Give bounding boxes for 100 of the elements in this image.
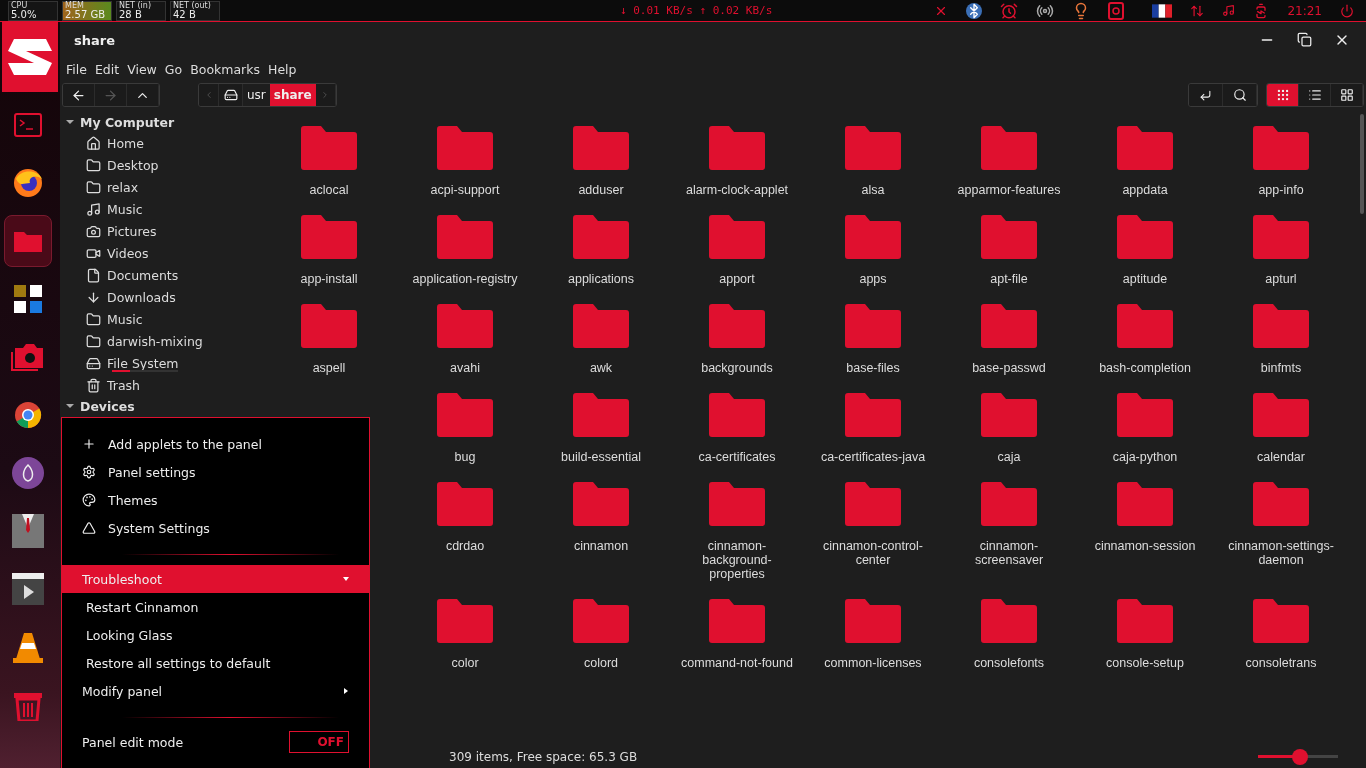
terminal-icon — [14, 113, 42, 137]
folder-icon — [86, 157, 101, 173]
download-icon — [86, 289, 101, 305]
drive-icon[interactable] — [1108, 1, 1125, 20]
status-text: 309 items, Free space: 65.3 GB — [449, 749, 638, 764]
sidebar-item[interactable]: Documents — [66, 264, 255, 286]
compact-view-icon — [1339, 88, 1354, 102]
sidebar-item[interactable]: Pictures — [66, 220, 255, 242]
palette-icon — [82, 493, 96, 507]
path-button[interactable]: share — [269, 84, 316, 106]
folder-icon — [301, 304, 357, 348]
folder-name: cdrdao — [444, 539, 486, 553]
folder-name: ca-certificates-java — [819, 450, 927, 464]
folder-name: cinnamon — [572, 539, 630, 553]
menu-item[interactable]: Bookmarks — [186, 61, 264, 77]
back-button[interactable] — [63, 84, 95, 106]
folder-name: common-licenses — [823, 656, 923, 670]
icon-view-icon — [1275, 88, 1290, 102]
monitor-value: 5.0% — [11, 9, 38, 20]
path-button[interactable]: usr — [243, 84, 270, 106]
folder-name: aclocal — [308, 183, 350, 197]
folder-icon — [1253, 304, 1309, 348]
folder-icon — [709, 393, 765, 437]
window-title: share — [74, 32, 115, 48]
toggle-switch[interactable]: OFF — [289, 731, 349, 753]
folder-icon — [86, 311, 101, 327]
french-flag-icon[interactable] — [1152, 3, 1173, 18]
scrollbar[interactable] — [1360, 114, 1364, 214]
expanded-arrow-icon[interactable] — [66, 402, 74, 410]
submenu-item[interactable]: Troubleshoot — [62, 565, 369, 593]
folder-name: awk — [588, 361, 614, 375]
menu-item[interactable]: Looking Glass — [62, 621, 369, 649]
sidebar-item[interactable]: File System — [66, 352, 255, 374]
folder-icon — [709, 304, 765, 348]
menu-item[interactable]: Help — [264, 61, 301, 77]
view-mode-button[interactable] — [1267, 84, 1299, 106]
network-transfer-icon[interactable] — [1190, 3, 1205, 18]
folder-icon — [573, 126, 629, 170]
folder-icon — [1253, 599, 1309, 643]
folder-icon — [981, 304, 1037, 348]
folder-name: cinnamon-settings-daemon — [1227, 539, 1335, 567]
menu-item[interactable]: Restore all settings to default — [62, 649, 369, 677]
folder-name: acpi-support — [429, 183, 501, 197]
menu-item[interactable]: File — [62, 61, 91, 77]
folder-icon — [437, 482, 493, 526]
expanded-arrow-icon[interactable] — [66, 118, 74, 126]
monitor-label: CPU — [11, 1, 29, 10]
menu-item[interactable]: View — [123, 61, 161, 77]
menu-item[interactable]: Add applets to the panel — [62, 430, 369, 458]
alarm-clock-icon[interactable] — [1000, 1, 1019, 20]
menu-item[interactable]: Panel settings — [62, 458, 369, 486]
folder-name: apt-file — [989, 272, 1029, 286]
folder-name: backgrounds — [700, 361, 774, 375]
chrome-icon — [14, 401, 42, 429]
folder-icon — [573, 304, 629, 348]
folder-name: ca-certificates — [697, 450, 777, 464]
folder-name: app-info — [1257, 183, 1305, 197]
folder-name: bash-completion — [1098, 361, 1192, 375]
folder-icon — [709, 599, 765, 643]
folder-name: aptitude — [1121, 272, 1169, 286]
folder-icon — [845, 393, 901, 437]
folder-name: appdata — [1121, 183, 1169, 197]
music-icon[interactable] — [1222, 4, 1236, 17]
toggle-location-button[interactable] — [1189, 84, 1223, 106]
menu-item[interactable]: Restart Cinnamon — [62, 593, 369, 621]
menu-item[interactable]: Panel edit mode OFF — [62, 728, 369, 756]
sidebar-item[interactable]: Home — [66, 132, 255, 154]
clock[interactable]: 21:21 — [1287, 3, 1322, 18]
monitor-value: 28 B — [119, 9, 142, 20]
restore-icon[interactable] — [1297, 32, 1312, 47]
menu-item[interactable]: System Settings — [62, 514, 369, 542]
caret-down-icon — [343, 576, 349, 582]
drive-icon — [86, 355, 101, 371]
menu-item[interactable]: Themes — [62, 486, 369, 514]
folder-name: apps — [858, 272, 888, 286]
folder-icon — [1117, 482, 1173, 526]
bluetooth-icon[interactable] — [966, 2, 983, 19]
submenu-item[interactable]: Modify panel — [62, 677, 369, 705]
sidebar-item[interactable]: Desktop — [66, 154, 255, 176]
sidebar-item[interactable]: Music — [66, 198, 255, 220]
camera-icon — [86, 223, 101, 239]
folder-name: command-not-found — [681, 656, 793, 670]
monitor-label: NET (out) — [173, 1, 212, 10]
folder-name: build-essential — [560, 450, 642, 464]
sidebar-item[interactable]: Downloads — [66, 286, 255, 308]
folder-icon — [845, 126, 901, 170]
suit-icon — [12, 514, 44, 548]
drive-icon — [223, 88, 238, 102]
sidebar-item[interactable]: Videos — [66, 242, 255, 264]
sidebar-item[interactable]: Trash — [66, 374, 255, 396]
monitor-label: MEM — [65, 1, 85, 10]
folder-name: cinnamon-screensaver — [973, 539, 1045, 567]
folder-icon — [437, 393, 493, 437]
folder-icon — [14, 230, 42, 252]
sidebar-item[interactable]: darwish-mixing — [66, 330, 255, 352]
menu-item[interactable]: Edit — [90, 61, 124, 77]
sidebar-item[interactable]: relax — [66, 176, 255, 198]
power-icon[interactable] — [1340, 3, 1354, 18]
sidebar-item[interactable]: Music — [66, 308, 255, 330]
menu-item[interactable]: Go — [160, 61, 187, 77]
